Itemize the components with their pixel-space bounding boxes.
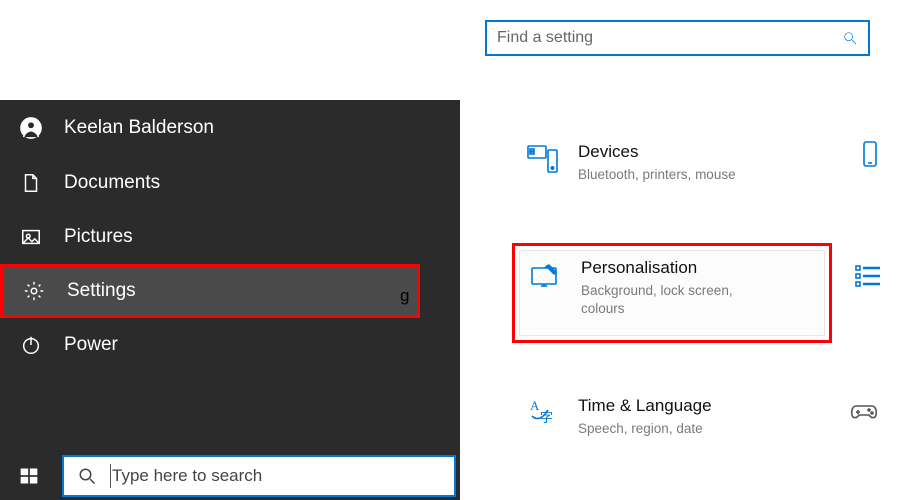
tile-text: Personalisation Background, lock screen,… xyxy=(581,258,771,318)
start-power[interactable]: Power xyxy=(0,318,460,372)
devices-icon xyxy=(526,142,560,176)
start-documents-label: Documents xyxy=(64,172,160,194)
tile-title: Personalisation xyxy=(581,258,771,278)
svg-text:A: A xyxy=(530,398,540,413)
start-power-label: Power xyxy=(64,334,118,356)
start-settings-label: Settings xyxy=(67,280,136,302)
phone-icon[interactable] xyxy=(856,140,884,168)
start-pictures-label: Pictures xyxy=(64,226,133,248)
tile-sub: Speech, region, date xyxy=(578,420,712,438)
start-user-name: Keelan Balderson xyxy=(64,117,214,139)
time-language-icon: A字 xyxy=(526,396,560,430)
settings-tile-devices[interactable]: Devices Bluetooth, printers, mouse xyxy=(512,130,832,196)
settings-tile-time-language[interactable]: A字 Time & Language Speech, region, date xyxy=(512,384,832,450)
find-setting-input[interactable] xyxy=(497,29,842,47)
find-setting-search[interactable] xyxy=(485,20,870,56)
start-user-tile[interactable]: Keelan Balderson xyxy=(0,100,460,156)
stray-text: g xyxy=(400,286,409,306)
picture-icon xyxy=(20,226,42,248)
start-documents[interactable]: Documents xyxy=(0,156,460,210)
windows-icon xyxy=(19,466,39,486)
tile-sub: Background, lock screen, colours xyxy=(581,282,771,318)
start-menu: Keelan Balderson Documents Pictures Sett… xyxy=(0,100,460,500)
personalisation-icon xyxy=(529,258,563,292)
start-pictures[interactable]: Pictures xyxy=(0,210,460,264)
apps-list-icon[interactable] xyxy=(854,262,882,290)
search-icon xyxy=(78,467,96,485)
taskbar xyxy=(0,452,460,500)
tile-title: Devices xyxy=(578,142,736,162)
start-settings[interactable]: Settings xyxy=(0,264,420,318)
tile-text: Devices Bluetooth, printers, mouse xyxy=(578,142,736,184)
power-icon xyxy=(20,334,42,356)
search-icon xyxy=(842,30,858,46)
tile-title: Time & Language xyxy=(578,396,712,416)
document-icon xyxy=(20,172,42,194)
gaming-icon[interactable] xyxy=(850,396,878,424)
tile-sub: Bluetooth, printers, mouse xyxy=(578,166,736,184)
taskbar-search-input[interactable] xyxy=(110,464,440,488)
user-icon xyxy=(20,117,42,139)
settings-tile-personalisation[interactable]: Personalisation Background, lock screen,… xyxy=(512,243,832,343)
start-button[interactable] xyxy=(0,452,58,500)
gear-icon xyxy=(23,280,45,302)
tile-text: Time & Language Speech, region, date xyxy=(578,396,712,438)
taskbar-search[interactable] xyxy=(62,455,456,497)
